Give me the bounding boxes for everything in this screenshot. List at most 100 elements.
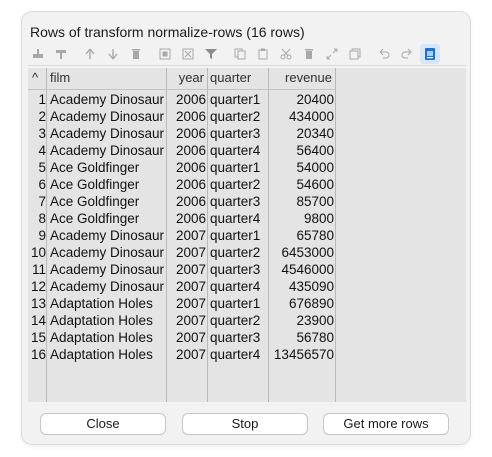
quarter-cell: quarter1 — [210, 296, 261, 311]
undo-icon[interactable] — [374, 44, 394, 64]
table-row[interactable]: 14 Adaptation Holes 2007 quarter2 23900 — [28, 312, 335, 329]
year-cell: 2006 — [175, 92, 206, 107]
data-view-icon[interactable] — [420, 44, 440, 64]
table-row[interactable]: 11 Academy Dinosaur 2007 quarter3 454600… — [28, 261, 335, 278]
revenue-cell: 20400 — [296, 92, 334, 107]
film-cell: Academy Dinosaur — [50, 143, 165, 158]
quarter-cell: quarter1 — [210, 92, 261, 107]
redo-icon[interactable] — [397, 44, 417, 64]
quarter-cell: quarter4 — [210, 143, 261, 158]
column-header-quarter[interactable]: quarter — [210, 68, 266, 90]
quarter-cell: quarter3 — [210, 330, 261, 345]
revenue-cell: 54600 — [296, 177, 334, 192]
revenue-cell: 4546000 — [281, 262, 334, 277]
film-cell: Academy Dinosaur — [50, 228, 165, 243]
paste-icon[interactable] — [253, 44, 273, 64]
insert-row-icon[interactable] — [28, 44, 48, 64]
preview-dialog: Rows of transform normalize-rows (16 row… — [22, 12, 470, 444]
row-index: 8 — [38, 211, 46, 226]
revenue-cell: 6453000 — [281, 245, 334, 260]
year-cell: 2006 — [175, 160, 206, 175]
quarter-cell: quarter3 — [210, 262, 261, 277]
sort-indicator[interactable]: ^ — [32, 68, 44, 90]
year-cell: 2007 — [175, 330, 206, 345]
revenue-cell: 676890 — [288, 296, 334, 311]
column-header-film[interactable]: film — [50, 68, 160, 90]
delete-row-icon[interactable] — [51, 44, 71, 64]
table-row[interactable]: 15 Adaptation Holes 2007 quarter3 56780 — [28, 329, 335, 346]
row-index: 16 — [30, 347, 46, 362]
table-row[interactable]: 8 Ace Goldfinger 2006 quarter4 9800 — [28, 210, 335, 227]
trash-icon[interactable] — [126, 44, 146, 64]
table-row[interactable]: 7 Ace Goldfinger 2006 quarter3 85700 — [28, 193, 335, 210]
year-cell: 2007 — [175, 245, 206, 260]
row-index: 12 — [30, 279, 46, 294]
move-down-icon[interactable] — [103, 44, 123, 64]
table-row[interactable]: 10 Academy Dinosaur 2007 quarter2 645300… — [28, 244, 335, 261]
row-index: 11 — [31, 262, 46, 277]
film-cell: Academy Dinosaur — [50, 245, 165, 260]
film-cell: Ace Goldfinger — [50, 177, 140, 192]
quarter-cell: quarter1 — [210, 160, 261, 175]
revenue-cell: 56400 — [296, 143, 334, 158]
quarter-cell: quarter3 — [210, 194, 261, 209]
move-up-icon[interactable] — [80, 44, 100, 64]
revenue-cell: 435090 — [288, 279, 334, 294]
year-cell: 2006 — [175, 194, 206, 209]
expand-icon[interactable] — [322, 44, 342, 64]
row-index: 1 — [38, 92, 46, 107]
quarter-cell: quarter4 — [210, 347, 261, 362]
duplicate-icon[interactable] — [345, 44, 365, 64]
film-cell: Adaptation Holes — [50, 347, 153, 362]
quarter-cell: quarter2 — [210, 177, 261, 192]
table-row[interactable]: 4 Academy Dinosaur 2006 quarter4 56400 — [28, 142, 335, 159]
film-cell: Adaptation Holes — [50, 330, 153, 345]
column-header-revenue[interactable]: revenue — [270, 68, 332, 90]
table-row[interactable]: 13 Adaptation Holes 2007 quarter1 676890 — [28, 295, 335, 312]
clear-selection-icon[interactable] — [178, 44, 198, 64]
year-cell: 2007 — [175, 228, 206, 243]
table-row[interactable]: 6 Ace Goldfinger 2006 quarter2 54600 — [28, 176, 335, 193]
quarter-cell: quarter4 — [210, 211, 261, 226]
results-table[interactable]: ^ film year quarter revenue 1 Academy Di… — [28, 68, 466, 402]
row-index: 13 — [30, 296, 46, 311]
table-row[interactable]: 1 Academy Dinosaur 2006 quarter1 20400 — [28, 91, 335, 108]
table-row[interactable]: 9 Academy Dinosaur 2007 quarter1 65780 — [28, 227, 335, 244]
film-cell: Academy Dinosaur — [50, 126, 165, 141]
dialog-title: Rows of transform normalize-rows (16 row… — [30, 24, 305, 40]
filter-icon[interactable] — [201, 44, 221, 64]
revenue-cell: 56780 — [296, 330, 334, 345]
film-cell: Ace Goldfinger — [50, 160, 140, 175]
film-cell: Adaptation Holes — [50, 313, 153, 328]
row-index: 6 — [38, 177, 46, 192]
row-index: 4 — [38, 143, 46, 158]
table-row[interactable]: 16 Adaptation Holes 2007 quarter4 134565… — [28, 346, 335, 363]
film-cell: Academy Dinosaur — [50, 279, 165, 294]
quarter-cell: quarter2 — [210, 109, 261, 124]
table-row[interactable]: 5 Ace Goldfinger 2006 quarter1 54000 — [28, 159, 335, 176]
quarter-cell: quarter3 — [210, 126, 261, 141]
column-header-year[interactable]: year — [168, 68, 204, 90]
table-row[interactable]: 3 Academy Dinosaur 2006 quarter3 20340 — [28, 125, 335, 142]
quarter-cell: quarter2 — [210, 245, 261, 260]
table-row[interactable]: 2 Academy Dinosaur 2006 quarter2 434000 — [28, 108, 335, 125]
revenue-cell: 65780 — [296, 228, 334, 243]
delete-icon[interactable] — [299, 44, 319, 64]
row-index: 10 — [30, 245, 46, 260]
year-cell: 2007 — [175, 279, 206, 294]
stop-button[interactable]: Stop — [183, 414, 307, 434]
revenue-cell: 23900 — [296, 313, 334, 328]
quarter-cell: quarter2 — [210, 313, 261, 328]
copy-icon[interactable] — [230, 44, 250, 64]
revenue-cell: 85700 — [296, 194, 334, 209]
get-more-rows-button[interactable]: Get more rows — [324, 414, 448, 434]
table-row[interactable]: 12 Academy Dinosaur 2007 quarter4 435090 — [28, 278, 335, 295]
toolbar — [28, 43, 466, 66]
select-all-icon[interactable] — [155, 44, 175, 64]
close-button[interactable]: Close — [41, 414, 165, 434]
year-cell: 2006 — [175, 211, 206, 226]
row-index: 2 — [38, 109, 46, 124]
cut-icon[interactable] — [276, 44, 296, 64]
revenue-cell: 13456570 — [273, 347, 334, 362]
year-cell: 2007 — [175, 296, 206, 311]
